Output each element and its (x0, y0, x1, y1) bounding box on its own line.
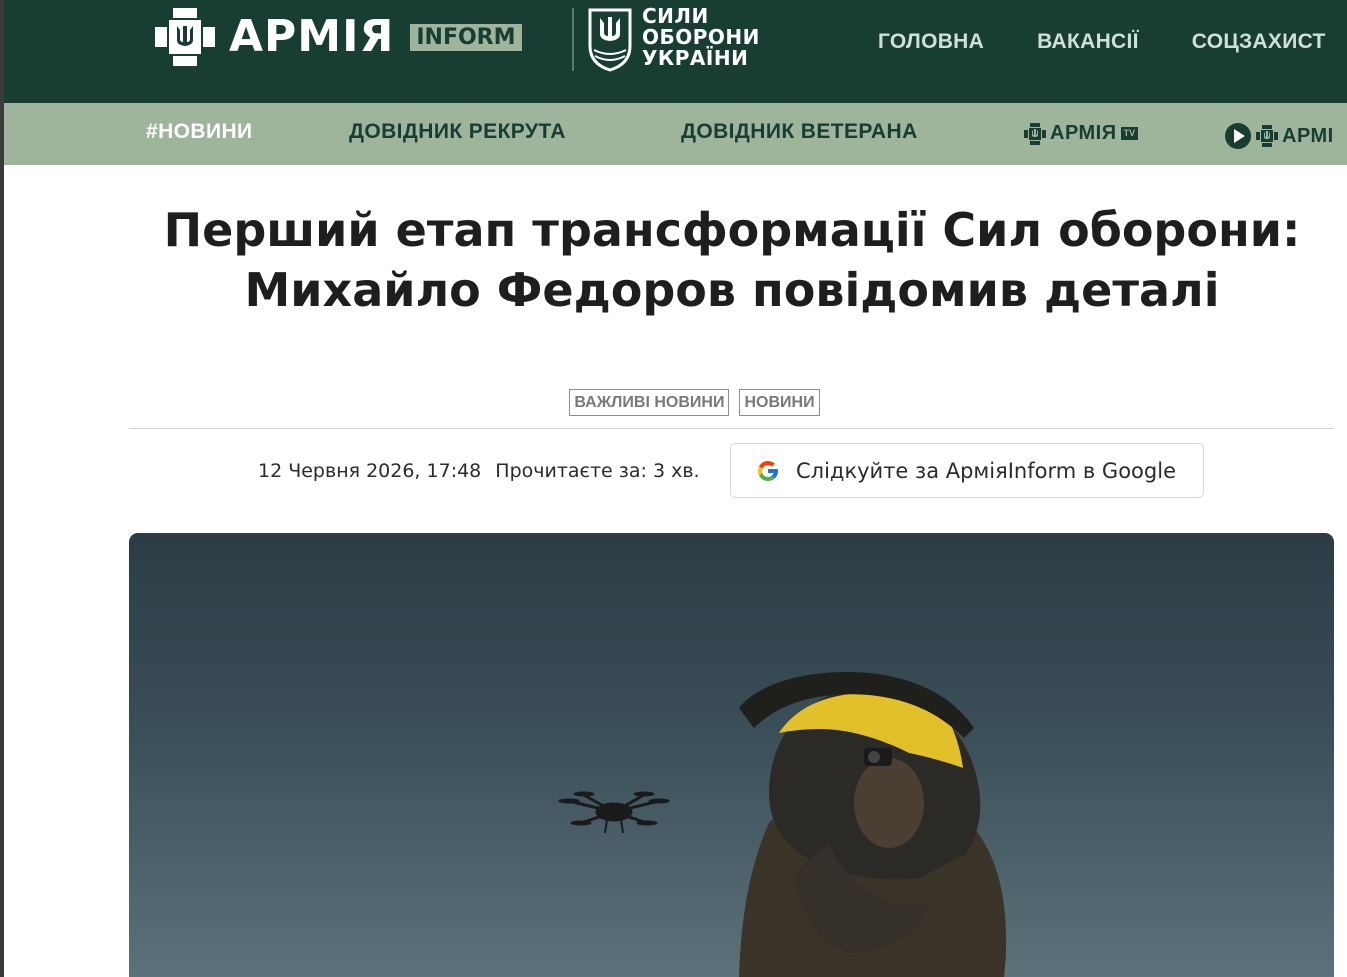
tag-important-news[interactable]: ВАЖЛИВІ НОВИНИ (569, 389, 730, 416)
trident-shield-icon (1256, 125, 1278, 147)
window-edge (0, 0, 4, 977)
sou-line: УКРАЇНИ (642, 46, 749, 70)
divider (129, 428, 1334, 429)
trident-shield-icon (1024, 122, 1046, 145)
brand-name: АРМІЯ (229, 11, 395, 62)
read-time: Прочитаєте за: 3 хв. (495, 460, 700, 482)
main-nav: ГОЛОВНА ВАКАНСІЇ СОЦЗАХИСТ (878, 30, 1347, 54)
logo-divider (572, 8, 574, 71)
subnav-news[interactable]: #НОВИНИ (146, 120, 253, 144)
trident-shield-icon (588, 8, 632, 72)
soldier-with-drone-illustration (558, 672, 1007, 977)
secondary-nav: #НОВИНИ ДОВІДНИК РЕКРУТА ДОВІДНИК ВЕТЕРА… (0, 103, 1347, 165)
trident-shield-icon (155, 8, 215, 66)
google-icon (758, 460, 778, 481)
armia-inform-logo[interactable]: АРМІЯ INFORM (155, 6, 522, 68)
subnav-recruit-guide[interactable]: ДОВІДНИК РЕКРУТА (349, 120, 566, 144)
armia-radio-link[interactable]: АРМІ (1224, 122, 1334, 150)
follow-google-button[interactable]: Слідкуйте за АрміяInform в Google (730, 443, 1204, 498)
soldier-silhouette (739, 672, 1007, 977)
article-hero-image (129, 533, 1334, 977)
site-header: АРМІЯ INFORM СИЛИ ОБОРОНИ УКРАЇНИ ГОЛОВН… (0, 0, 1347, 103)
drone-illustration (558, 791, 670, 834)
armia-tv-link[interactable]: АРМІЯ TV (1024, 122, 1139, 145)
article-date: 12 Червня 2026, 17:48 (258, 460, 482, 482)
article-tags: ВАЖЛИВІ НОВИНИ НОВИНИ (0, 389, 1347, 416)
play-circle-icon (1225, 123, 1251, 149)
sou-wordmark: СИЛИ ОБОРОНИ УКРАЇНИ (642, 6, 760, 69)
brand-badge: INFORM (410, 23, 522, 51)
nav-social-protection[interactable]: СОЦЗАХИСТ (1192, 30, 1326, 54)
tv-badge: TV (1120, 127, 1139, 140)
nav-vacancies[interactable]: ВАКАНСІЇ (1037, 30, 1139, 54)
sou-logo[interactable]: СИЛИ ОБОРОНИ УКРАЇНИ (586, 6, 786, 74)
sou-line: СИЛИ (642, 4, 709, 28)
follow-google-label: Слідкуйте за АрміяInform в Google (796, 458, 1176, 483)
armia-tv-label: АРМІЯ (1050, 122, 1117, 144)
subnav-veteran-guide[interactable]: ДОВІДНИК ВЕТЕРАНА (681, 120, 918, 144)
tag-news[interactable]: НОВИНИ (739, 389, 820, 416)
article-meta: 12 Червня 2026, 17:48 Прочитаєте за: 3 хв… (258, 460, 700, 482)
armia-radio-label: АРМІ (1282, 124, 1334, 147)
sou-line: ОБОРОНИ (642, 25, 760, 49)
article-title: Перший етап трансформації Сил оборони: М… (163, 203, 1301, 317)
nav-home[interactable]: ГОЛОВНА (878, 30, 984, 54)
